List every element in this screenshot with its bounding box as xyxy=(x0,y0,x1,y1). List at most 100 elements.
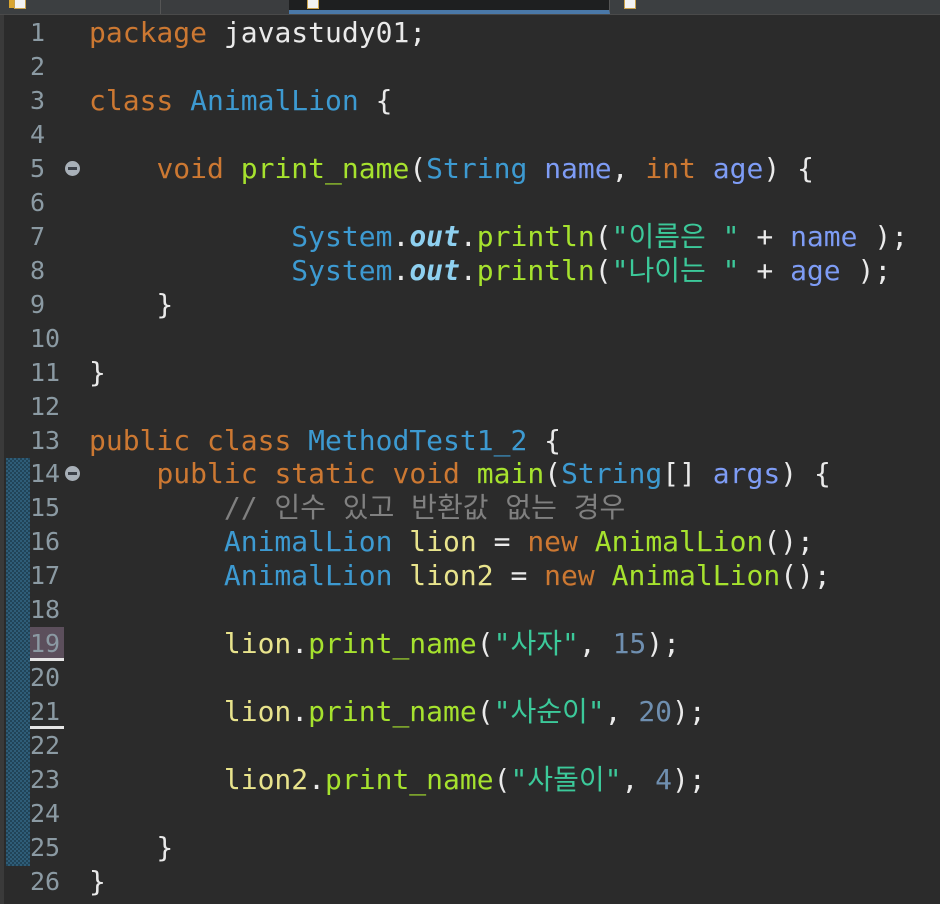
code-token: { xyxy=(527,423,562,457)
editor-tab-bar xyxy=(0,0,940,15)
code-token: . xyxy=(291,695,309,729)
code-token: , xyxy=(578,627,613,661)
code-text: void print_name(String name, int age) { xyxy=(89,152,814,186)
editor-tab[interactable] xyxy=(610,0,940,14)
code-token: name xyxy=(790,219,858,253)
code-line[interactable]: 20 xyxy=(0,661,940,695)
code-text: } xyxy=(89,865,106,899)
code-line[interactable]: 14 public static void main(String[] args… xyxy=(0,457,940,491)
code-text: public static void main(String[] args) { xyxy=(89,457,830,491)
code-line[interactable]: 8 System.out.println("나이는 " + age ); xyxy=(0,254,940,288)
fold-collapse-icon[interactable] xyxy=(65,160,80,176)
line-number: 26 xyxy=(30,867,61,896)
code-line[interactable]: 24 xyxy=(0,797,940,831)
code-token: String xyxy=(561,457,663,491)
code-line[interactable]: 15 // 인수 있고 반환값 없는 경우 xyxy=(0,491,940,525)
code-token: ( xyxy=(594,219,612,253)
code-token: "사자" xyxy=(493,627,579,661)
code-line[interactable]: 6 xyxy=(0,186,940,220)
code-line[interactable]: 3 class AnimalLion { xyxy=(0,84,940,118)
code-text: AnimalLion lion2 = new AnimalLion(); xyxy=(89,559,831,593)
line-number: 16 xyxy=(30,527,61,557)
code-token: new xyxy=(544,559,595,593)
code-token: 4 xyxy=(655,763,673,797)
code-token: = xyxy=(476,525,528,559)
code-token: [] xyxy=(662,457,713,491)
code-token: name xyxy=(544,151,612,185)
code-line[interactable]: 16 AnimalLion lion = new AnimalLion(); xyxy=(0,525,940,559)
code-line[interactable]: 11} xyxy=(0,356,940,390)
code-token: AnimalLion xyxy=(594,525,764,559)
code-token: ); xyxy=(840,253,892,287)
code-token: (); xyxy=(763,525,814,559)
code-token: , xyxy=(611,151,646,185)
code-line[interactable]: 5 void print_name(String name, int age) … xyxy=(0,152,940,186)
code-line[interactable]: 22 xyxy=(0,729,940,763)
code-token: AnimalLion xyxy=(190,83,359,117)
code-line[interactable]: 9 } xyxy=(0,288,940,322)
code-text: } xyxy=(89,288,173,322)
line-number: 6 xyxy=(30,187,46,217)
code-line[interactable]: 12 xyxy=(0,390,940,424)
code-line[interactable]: 23 lion2.print_name("사돌이", 4); xyxy=(0,763,940,797)
code-token: javastudy01; xyxy=(207,16,427,49)
line-number: 8 xyxy=(30,255,46,285)
code-token: ( xyxy=(594,253,612,287)
code-text: } xyxy=(89,356,106,390)
code-token: main xyxy=(476,457,545,491)
editor-tab-active[interactable] xyxy=(289,0,610,14)
line-number: 3 xyxy=(30,85,46,115)
code-token: age xyxy=(712,151,764,185)
code-token: . xyxy=(308,763,326,797)
code-token: ); xyxy=(646,627,680,661)
code-line[interactable]: 2 xyxy=(0,50,940,84)
code-token: } xyxy=(89,287,174,321)
code-token: "이름은 " xyxy=(611,219,740,253)
code-token: class xyxy=(207,423,292,457)
code-token: = xyxy=(493,559,545,593)
code-token: ); xyxy=(672,695,706,729)
code-token: (); xyxy=(780,559,831,593)
code-token: out xyxy=(409,253,460,287)
code-token: 20 xyxy=(638,695,673,729)
code-token: age xyxy=(790,253,841,287)
code-line[interactable]: 4 xyxy=(0,118,940,152)
code-line[interactable]: 26} xyxy=(0,865,940,899)
editor-tab[interactable] xyxy=(0,0,161,14)
code-token: lion xyxy=(223,627,292,661)
code-line[interactable]: 25 } xyxy=(0,831,940,865)
code-line[interactable]: 1 package javastudy01; xyxy=(0,16,940,50)
code-token: ( xyxy=(493,763,511,797)
code-line[interactable]: 13 public class MethodTest1_2 { xyxy=(0,424,940,458)
code-line[interactable]: 17 AnimalLion lion2 = new AnimalLion(); xyxy=(0,559,940,593)
code-text: lion2.print_name("사돌이", 4); xyxy=(89,763,706,797)
code-line[interactable]: 7 System.out.println("이름은 " + name ); xyxy=(0,220,940,254)
code-token: ); xyxy=(857,219,909,253)
code-token: lion xyxy=(223,695,292,729)
code-token: // 인수 있고 반환값 없는 경우 xyxy=(223,491,626,525)
code-token: out xyxy=(409,219,460,253)
code-token: { xyxy=(358,83,393,117)
line-number: 21 xyxy=(30,695,64,730)
line-number: 12 xyxy=(30,391,61,421)
code-line[interactable]: 18 xyxy=(0,593,940,627)
code-token: ) { xyxy=(763,151,814,185)
code-line[interactable]: 21 lion.print_name("사순이", 20); xyxy=(0,695,940,730)
code-token: AnimalLion xyxy=(223,559,393,593)
line-number: 23 xyxy=(30,765,61,795)
code-line[interactable]: 19 lion.print_name("사자", 15); xyxy=(0,627,940,662)
code-token: } xyxy=(89,831,174,865)
code-token: void xyxy=(156,151,224,185)
fold-collapse-icon[interactable] xyxy=(65,466,80,482)
code-line[interactable]: 10 xyxy=(0,322,940,356)
code-token: print_name xyxy=(308,627,477,661)
code-text: lion.print_name("사자", 15); xyxy=(89,627,680,661)
code-text: } xyxy=(89,831,173,865)
